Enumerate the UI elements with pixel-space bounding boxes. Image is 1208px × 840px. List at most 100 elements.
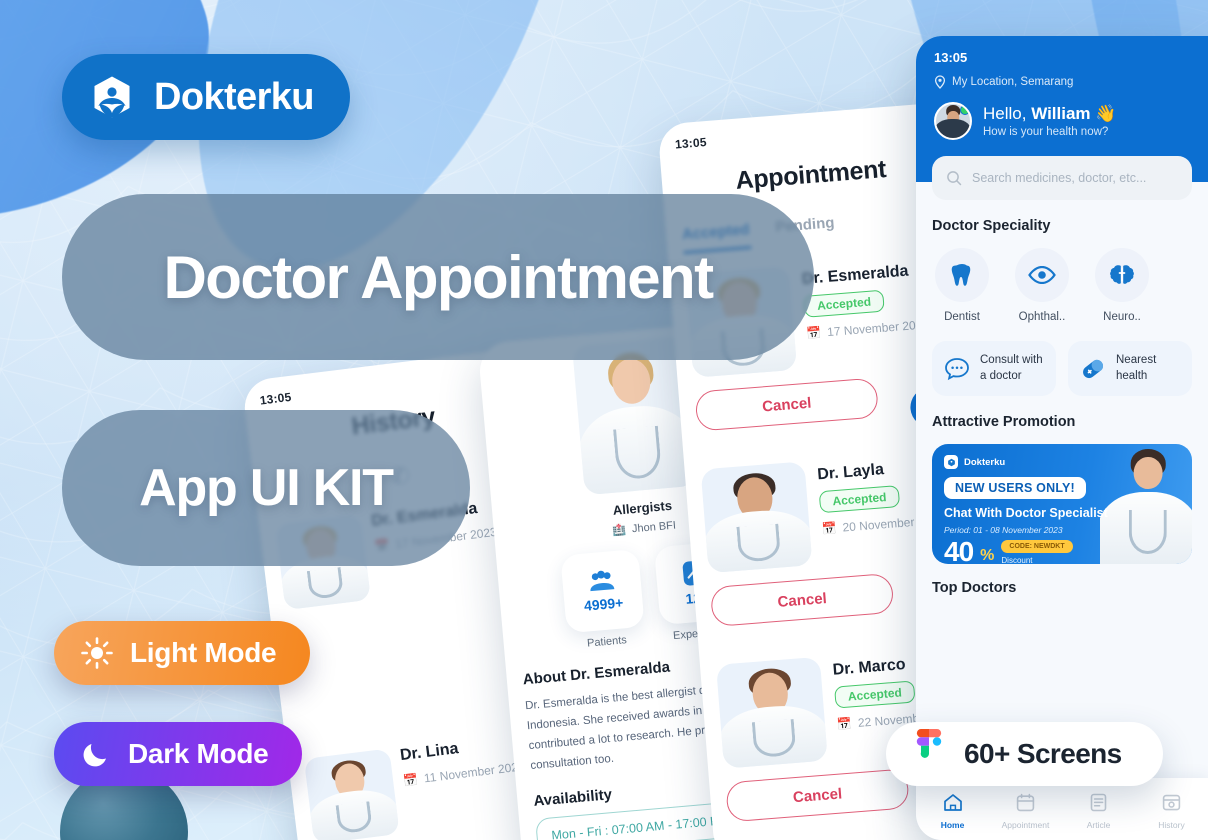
search-bar[interactable]: Search medicines, doctor, etc... [932, 156, 1192, 200]
stat-label: Patients [586, 634, 628, 650]
speciality-label: Ophthal.. [1018, 311, 1066, 323]
tooth-icon [951, 264, 971, 286]
user-name: William [1031, 104, 1091, 123]
quick-actions: Consult with a doctor Nearest health [932, 341, 1192, 397]
speciality-label: Dentist [944, 311, 980, 323]
hexagon-leaf-icon [94, 76, 130, 118]
patients-icon [590, 570, 615, 592]
action-nearest-health[interactable]: Nearest health [1068, 341, 1192, 397]
nav-label: Appointment [1001, 819, 1050, 830]
speciality-item-dentist[interactable]: Dentist [932, 248, 992, 323]
headline-panel: Doctor Appointment [62, 194, 814, 360]
speciality-item-ophthalmologist[interactable]: Ophthal.. [1012, 248, 1072, 323]
doctor-photo [700, 461, 813, 574]
chat-bubble-icon [945, 357, 969, 380]
dark-mode-label: Dark Mode [128, 738, 269, 769]
speciality-title: Doctor Speciality [932, 218, 1051, 234]
page-title: Doctor Appointment [163, 243, 715, 311]
top-doctors-title: Top Doctors [932, 580, 1017, 597]
appointment-status-time: 13:05 [674, 135, 708, 152]
promo-brand: Dokterku [944, 455, 1180, 470]
nav-item-article[interactable]: Article [1062, 793, 1135, 830]
light-mode-button[interactable]: Light Mode [54, 621, 311, 685]
promo-badge: NEW USERS ONLY! [944, 477, 1086, 500]
cancel-button[interactable]: Cancel [694, 377, 880, 432]
history-doctor-name: Dr. Lina [399, 740, 460, 765]
avatar[interactable] [934, 102, 972, 140]
page-subtitle: App UI KIT [139, 459, 394, 517]
user-greeting: Hello, William 👋 How is your health now? [934, 102, 1190, 140]
bottom-navigation: Home Appointment Article History [916, 778, 1208, 840]
appointment-date: 📅 17 November 2023 [805, 317, 930, 341]
eye-icon [1028, 266, 1056, 284]
promo-period: Period: 01 - 08 November 2023 [944, 525, 1063, 536]
promo-brand-name: Dokterku [964, 456, 1006, 468]
status-badge: Accepted [803, 289, 885, 318]
doctor-photo [303, 748, 400, 840]
action-consult-doctor[interactable]: Consult with a doctor [932, 341, 1056, 397]
status-badge: Accepted [818, 485, 901, 514]
search-icon [947, 171, 962, 186]
nav-item-history[interactable]: History [1135, 793, 1208, 830]
calendar-icon: 📅 [821, 521, 838, 537]
nav-item-appointment[interactable]: Appointment [989, 793, 1062, 830]
brain-icon-wrap [1095, 248, 1149, 302]
action-label: Consult with a doctor [980, 354, 1043, 382]
location-text: My Location, Semarang [952, 76, 1074, 88]
calendar-icon [1016, 793, 1035, 811]
nav-label: Article [1086, 819, 1111, 830]
greeting-sub: How is your health now? [983, 126, 1109, 138]
eye-icon-wrap [1015, 248, 1069, 302]
calendar-icon: 📅 [836, 716, 853, 732]
brain-icon [1110, 265, 1134, 284]
nav-item-home[interactable]: Home [916, 793, 989, 830]
figma-screens-badge: 60+ Screens [886, 722, 1163, 786]
appointment-title: Appointment [734, 155, 888, 195]
subtitle-panel: App UI KIT [62, 410, 470, 566]
promo-discount-number: 40 [944, 536, 974, 565]
nav-label: Home [940, 819, 965, 830]
status-badge: Accepted [834, 680, 916, 709]
light-mode-label: Light Mode [130, 637, 277, 668]
cancel-button[interactable]: Cancel [725, 768, 910, 823]
stat-value: 4999+ [583, 594, 624, 614]
speciality-label: Neuro.. [1103, 311, 1141, 323]
home-icon [943, 793, 962, 811]
tooth-icon-wrap [935, 248, 989, 302]
speciality-list: Dentist Ophthal.. Neuro.. [932, 248, 1192, 323]
home-screen-mockup: 13:05 My Location, Semarang Hello, Willi… [916, 36, 1208, 840]
stat-patients: 4999+ [560, 548, 645, 634]
speciality-item-neurologist[interactable]: Neuro.. [1092, 248, 1152, 323]
brand-logo-icon [944, 455, 958, 470]
promotion-title: Attractive Promotion [932, 414, 1076, 431]
search-input[interactable]: Search medicines, doctor, etc... [972, 171, 1146, 185]
promo-code-badge: CODE: NEWDKT [1001, 539, 1073, 553]
location-row[interactable]: My Location, Semarang [934, 75, 1190, 89]
calendar-icon: 📅 [805, 325, 822, 341]
promo-percent-sign: % [980, 546, 995, 564]
history-date: 📅 11 November 2023 [402, 759, 526, 788]
history-icon [1162, 794, 1181, 810]
promo-discount-label: Discount [1001, 555, 1033, 565]
wave-emoji: 👋 [1095, 104, 1117, 123]
hospital-icon: 🏥 [611, 523, 627, 538]
cancel-button[interactable]: Cancel [709, 572, 895, 628]
nav-label: History [1158, 819, 1185, 830]
brand-logo-pill: Dokterku [62, 54, 350, 140]
map-pin-icon [934, 75, 946, 89]
figma-icon [916, 729, 942, 758]
promo-banner[interactable]: Dokterku NEW USERS ONLY! Chat With Docto… [932, 444, 1192, 565]
calendar-icon: 📅 [402, 772, 419, 788]
promo-headline: Chat With Doctor Specialist [944, 506, 1108, 521]
status-time: 13:05 [934, 50, 968, 65]
moon-icon [83, 744, 106, 767]
greeting-line: Hello, William 👋 [983, 104, 1117, 123]
appointment-doctor-name: Dr. Esmeralda [801, 262, 910, 288]
pills-icon [1083, 359, 1104, 378]
article-icon [1090, 793, 1107, 811]
dark-mode-button[interactable]: Dark Mode [54, 722, 303, 786]
doctor-photo [715, 656, 828, 769]
sun-icon [81, 637, 113, 669]
online-status-dot [960, 105, 970, 115]
figma-screens-label: 60+ Screens [964, 738, 1122, 769]
